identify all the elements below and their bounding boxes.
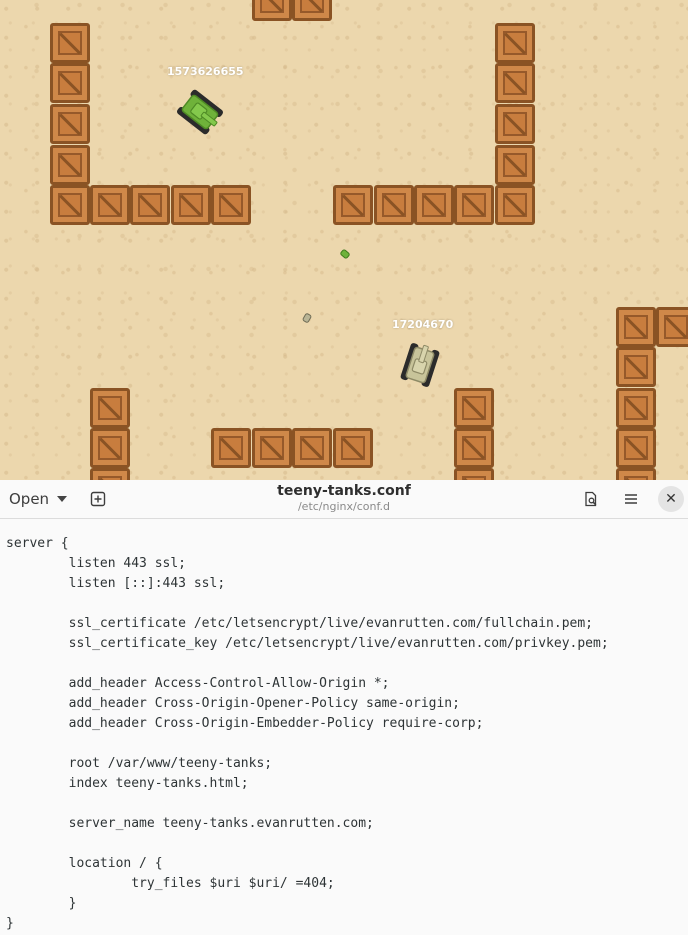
code-line: try_files $uri $uri/ =404;: [6, 876, 335, 891]
crate: [454, 428, 494, 468]
text-view[interactable]: server { listen 443 ssl; listen [::]:443…: [0, 519, 688, 935]
crate: [414, 185, 454, 225]
document-title: teeny-tanks.conf: [277, 483, 411, 499]
code-line: ssl_certificate_key /etc/letsencrypt/liv…: [6, 636, 609, 651]
crate: [454, 388, 494, 428]
crate: [333, 428, 373, 468]
crate: [211, 428, 251, 468]
khaki-shell: [302, 313, 312, 323]
code-line: add_header Cross-Origin-Embedder-Policy …: [6, 716, 484, 731]
crate: [616, 428, 656, 468]
player-tank: [177, 89, 223, 135]
crate: [252, 428, 292, 468]
crate: [50, 185, 90, 225]
crate: [495, 145, 535, 185]
editor-headerbar: Open teeny-tanks.conf /etc/nginx/conf.d: [0, 480, 688, 519]
crate: [90, 185, 130, 225]
code-line: }: [6, 916, 14, 931]
crate: [90, 468, 130, 480]
crate: [171, 185, 211, 225]
crate: [50, 145, 90, 185]
code-line: listen 443 ssl;: [6, 556, 187, 571]
crate: [90, 388, 130, 428]
enemy-tank-id-label: 17204670: [392, 318, 454, 331]
code-line: server_name teeny-tanks.evanrutten.com;: [6, 816, 374, 831]
code-line: root /var/www/teeny-tanks;: [6, 756, 273, 771]
crate: [292, 428, 332, 468]
close-icon: ✕: [665, 491, 677, 507]
new-tab-icon[interactable]: [86, 487, 110, 511]
code-line: ssl_certificate /etc/letsencrypt/live/ev…: [6, 616, 593, 631]
code-line: location / {: [6, 856, 163, 871]
hamburger-menu-icon[interactable]: [619, 487, 643, 511]
green-shell: [340, 249, 350, 259]
crate: [454, 185, 494, 225]
crate: [333, 185, 373, 225]
open-menu-button[interactable]: Open: [0, 480, 74, 518]
crate: [211, 185, 251, 225]
crate: [130, 185, 170, 225]
crate: [374, 185, 414, 225]
crate: [495, 23, 535, 63]
game-canvas[interactable]: 1573626655 17204670: [0, 0, 688, 480]
crate: [50, 23, 90, 63]
code-line: }: [6, 896, 77, 911]
code-line: index teeny-tanks.html;: [6, 776, 249, 791]
code-line: listen [::]:443 ssl;: [6, 576, 226, 591]
crate: [616, 468, 656, 480]
crate: [292, 0, 332, 21]
crate: [616, 388, 656, 428]
code-line: add_header Cross-Origin-Opener-Policy sa…: [6, 696, 460, 711]
crate: [252, 0, 292, 21]
crate: [616, 347, 656, 387]
close-button[interactable]: ✕: [658, 486, 684, 512]
open-label: Open: [9, 490, 50, 508]
crate: [50, 63, 90, 103]
code-line: server {: [6, 536, 69, 551]
crate: [495, 63, 535, 103]
crate: [90, 428, 130, 468]
player-tank-id-label: 1573626655: [167, 65, 244, 78]
chevron-down-icon: [57, 496, 68, 502]
search-document-icon[interactable]: [579, 487, 603, 511]
document-path: /etc/nginx/conf.d: [297, 500, 391, 513]
crate: [656, 307, 688, 347]
window-title-block: teeny-tanks.conf /etc/nginx/conf.d: [200, 482, 488, 514]
enemy-tank: [400, 343, 440, 387]
crate: [50, 104, 90, 144]
crate: [495, 185, 535, 225]
crate: [495, 104, 535, 144]
code-line: add_header Access-Control-Allow-Origin *…: [6, 676, 390, 691]
crate: [454, 468, 494, 480]
crate: [616, 307, 656, 347]
